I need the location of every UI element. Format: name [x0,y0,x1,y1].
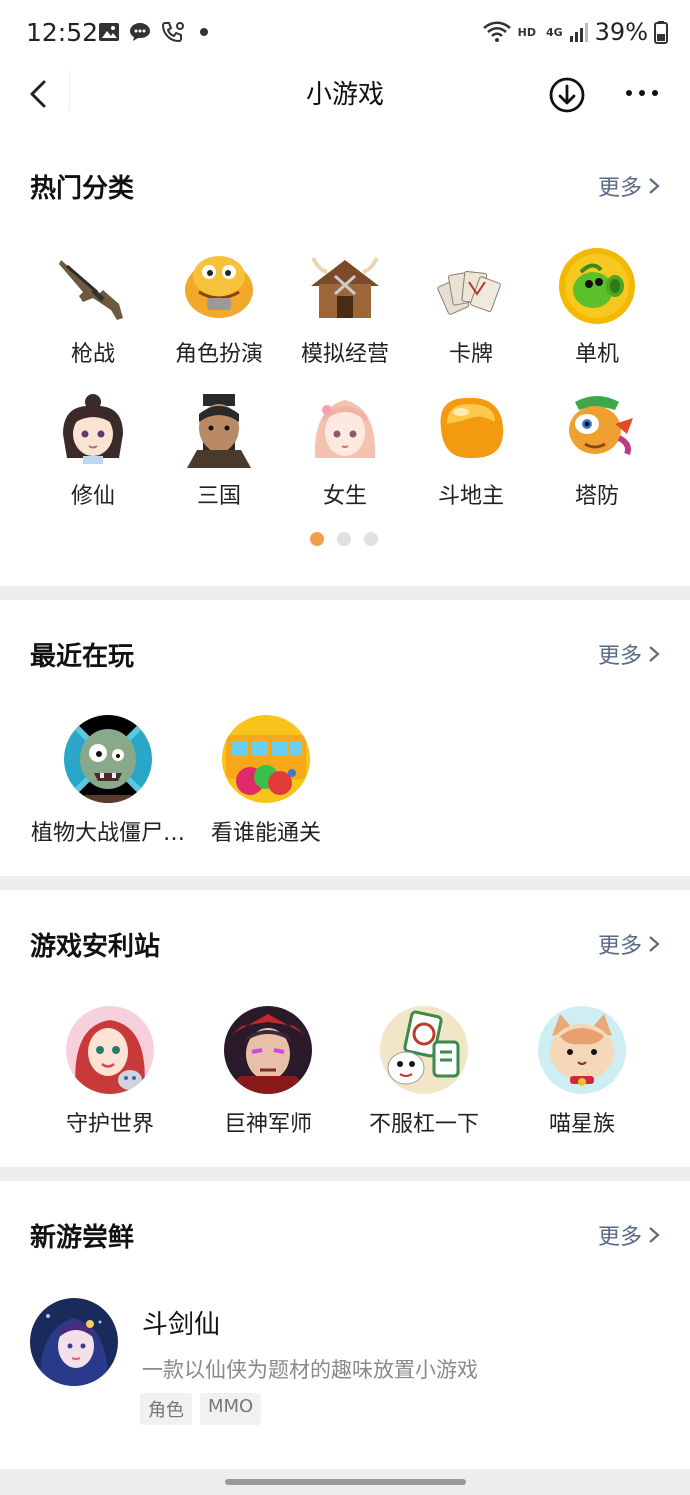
chevron-right-icon [649,646,660,662]
more-label: 更多 [597,934,642,959]
more-label: 更多 [597,176,642,201]
cards-icon [431,246,511,326]
more-link[interactable]: 更多 [598,1219,660,1251]
category-item[interactable]: 角色扮演 [156,246,282,368]
new-game-title[interactable]: 斗剑仙 [142,1304,220,1341]
category-label: 卡牌 [448,342,493,367]
recommend-header: 游戏安利站 更多 [30,926,660,966]
nav-bar: 小游戏 [0,64,690,122]
chevron-right-icon [649,178,660,194]
category-label: 塔防 [574,484,619,509]
category-item[interactable]: 卡牌 [408,246,534,368]
section-title: 游戏安利站 [30,932,161,962]
anime-girl-icon [305,388,385,468]
battery-icon [654,21,668,44]
home-indicator[interactable] [225,1479,466,1485]
orange-blob-icon [431,388,511,468]
section-title: 新游尝鲜 [30,1223,135,1253]
tag-badge: MMO [200,1393,262,1425]
new-game-description: 一款以仙侠为题材的趣味放置小游戏 [142,1358,478,1382]
section-divider [0,876,690,890]
category-label: 枪战 [70,342,115,367]
tag-badge: 角色 [140,1393,192,1425]
download-icon[interactable] [548,76,586,114]
zombie-avatar [64,715,152,803]
page-dot[interactable] [364,532,378,546]
section-title: 热门分类 [30,174,135,204]
category-item[interactable]: 修仙 [30,388,156,510]
call-icon [161,22,184,43]
hot-categories-header: 热门分类 更多 [30,168,660,208]
more-link[interactable]: 更多 [598,928,660,960]
category-item[interactable]: 枪战 [30,246,156,368]
status-time: 12:52 [26,18,99,47]
signal-icon [569,23,588,42]
battery-percent: 39% [594,18,648,46]
category-item[interactable]: 塔防 [534,388,660,510]
new-game-tags: 角色 MMO [140,1393,262,1425]
page-dot-active[interactable] [310,532,324,546]
hut-icon [305,246,385,326]
category-label: 角色扮演 [174,342,263,367]
network-type: 4G [545,25,563,39]
recent-game[interactable]: 看谁能通关 [186,715,346,847]
cultivator-girl-icon [53,388,133,468]
category-label: 斗地主 [437,484,504,509]
cartoon-creature-icon [179,246,259,326]
message-icon [130,23,150,41]
recommend-game[interactable]: 巨神军师 [188,1006,348,1138]
game-name: 巨神军师 [223,1112,312,1137]
category-label: 三国 [196,484,241,509]
section-title: 最近在玩 [30,642,135,672]
section-divider [0,1167,690,1181]
category-item[interactable]: 模拟经营 [282,246,408,368]
wifi-icon [482,21,511,42]
game-name: 不服杠一下 [368,1112,479,1137]
new-games-header: 新游尝鲜 更多 [30,1217,660,1257]
game-name: 守护世界 [65,1112,154,1137]
bird-icon [557,388,637,468]
category-label: 单机 [574,342,619,367]
bus-avatar [222,715,310,803]
rifle-icon [53,246,133,326]
notification-dot-icon [200,28,208,36]
recommend-game[interactable]: 喵星族 [502,1006,662,1138]
warrior-avatar [224,1006,312,1094]
more-link[interactable]: 更多 [598,638,660,670]
category-item[interactable]: 斗地主 [408,388,534,510]
more-label: 更多 [597,644,642,669]
category-item[interactable]: 女生 [282,388,408,510]
category-item[interactable]: 单机 [534,246,660,368]
recommend-game[interactable]: 守护世界 [30,1006,190,1138]
recommend-game[interactable]: 不服杠一下 [344,1006,504,1138]
chevron-right-icon [649,936,660,952]
peashooter-icon [557,246,637,326]
page-indicator [310,532,378,546]
game-name: 喵星族 [548,1112,615,1137]
hd-indicator: HD [517,25,536,39]
chevron-right-icon [649,1227,660,1243]
category-label: 女生 [322,484,367,509]
game-name: 植物大战僵尸… [30,821,185,846]
gallery-icon [99,23,119,41]
status-bar: 12:52 HD 4G 39% [0,0,690,64]
category-label: 模拟经营 [300,342,389,367]
more-link[interactable]: 更多 [598,170,660,202]
more-options-icon[interactable] [622,78,662,108]
sword-fairy-avatar[interactable] [30,1298,118,1386]
category-item[interactable]: 三国 [156,388,282,510]
three-kingdoms-general-icon [179,388,259,468]
more-label: 更多 [597,1225,642,1250]
recent-header: 最近在玩 更多 [30,636,660,676]
cat-avatar [538,1006,626,1094]
page-title: 小游戏 [305,80,384,110]
game-name: 看谁能通关 [210,821,321,846]
redhair-girl-avatar [66,1006,154,1094]
section-divider [0,586,690,600]
mahjong-avatar [380,1006,468,1094]
category-label: 修仙 [70,484,115,509]
page-dot[interactable] [337,532,351,546]
recent-game[interactable]: 植物大战僵尸… [28,715,188,847]
